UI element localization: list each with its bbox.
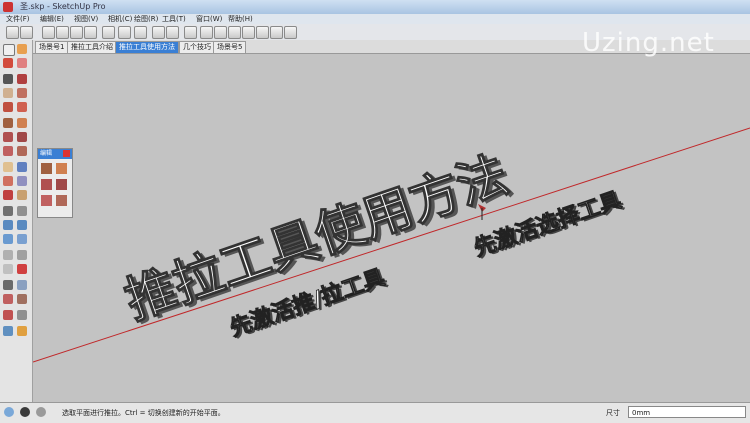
credits-icon[interactable]: [20, 407, 30, 417]
sketchup-logo-icon: [3, 2, 13, 12]
eraser-icon[interactable]: [17, 58, 27, 68]
orbit-icon[interactable]: [3, 206, 13, 216]
protractor-icon[interactable]: [3, 176, 13, 186]
position-camera-icon[interactable]: [3, 250, 13, 260]
status-bar: 选取平面进行推拉。Ctrl = 切换创建新的开始平面。 尺寸 0mm: [0, 402, 750, 423]
smoove-icon[interactable]: [17, 280, 27, 290]
menu-draw[interactable]: 绘图(R): [134, 14, 158, 24]
push-pull-icon[interactable]: [56, 163, 67, 174]
menu-camera[interactable]: 相机(C): [108, 14, 132, 24]
model-info-icon[interactable]: [152, 26, 165, 39]
geo-location-icon[interactable]: [4, 407, 14, 417]
walk-icon[interactable]: [17, 250, 27, 260]
copy-icon[interactable]: [56, 26, 69, 39]
section-plane-icon[interactable]: [17, 264, 27, 274]
sandbox-icon[interactable]: [3, 280, 13, 290]
menu-file[interactable]: 文件(F): [6, 14, 30, 24]
tab-push-pull-intro[interactable]: 推拉工具介绍: [67, 41, 117, 54]
help-icon[interactable]: [36, 407, 46, 417]
rectangle-icon[interactable]: [17, 88, 27, 98]
drape-icon[interactable]: [17, 294, 27, 304]
offset-icon[interactable]: [56, 195, 67, 206]
large-tool-set: [0, 40, 33, 402]
menu-help[interactable]: 帮助(H): [228, 14, 253, 24]
measurements-input[interactable]: 0mm: [628, 406, 746, 418]
erase-icon[interactable]: [84, 26, 97, 39]
view-bottom-icon[interactable]: [284, 26, 297, 39]
redo-icon[interactable]: [118, 26, 131, 39]
view-right-icon[interactable]: [242, 26, 255, 39]
arc-tool-icon[interactable]: [17, 74, 27, 84]
polygon-icon[interactable]: [17, 102, 27, 112]
undo-icon[interactable]: [102, 26, 115, 39]
close-icon[interactable]: [63, 150, 70, 157]
tab-push-pull-usage[interactable]: 推拉工具使用方法: [115, 41, 179, 54]
view-top-icon[interactable]: [214, 26, 227, 39]
scale-icon[interactable]: [3, 146, 13, 156]
circle-icon[interactable]: [3, 102, 13, 112]
share-model-icon[interactable]: [17, 326, 27, 336]
tab-scene-5[interactable]: 场景号5: [213, 41, 247, 54]
make-component-icon[interactable]: [17, 44, 27, 54]
rotate-icon[interactable]: [3, 132, 13, 142]
move-tool-icon[interactable]: [41, 163, 52, 174]
look-around-icon[interactable]: [3, 264, 13, 274]
follow-me-icon[interactable]: [17, 132, 27, 142]
cut-icon[interactable]: [42, 26, 55, 39]
window-title: 圣.skp - SketchUp Pro: [20, 2, 106, 11]
menu-tools[interactable]: 工具(T): [162, 14, 186, 24]
components-icon[interactable]: [184, 26, 197, 39]
status-message: 选取平面进行推拉。Ctrl = 切换创建新的开始平面。: [62, 409, 225, 417]
flip-edge-icon[interactable]: [17, 310, 27, 320]
stamp-icon[interactable]: [3, 294, 13, 304]
title-bar: 圣.skp - SketchUp Pro: [0, 0, 750, 14]
menu-bar: 文件(F) 编辑(E) 视图(V) 相机(C) 绘图(R) 工具(T) 窗口(W…: [0, 14, 750, 24]
freehand-icon[interactable]: [3, 88, 13, 98]
3d-text-icon[interactable]: [17, 190, 27, 200]
print-icon[interactable]: [134, 26, 147, 39]
view-front-icon[interactable]: [228, 26, 241, 39]
push-pull-icon[interactable]: [17, 118, 27, 128]
watermark-logo: Uzing.net: [582, 28, 715, 58]
view-left-icon[interactable]: [270, 26, 283, 39]
get-models-icon[interactable]: [3, 326, 13, 336]
zoom-icon[interactable]: [3, 220, 13, 230]
zoom-extents-icon[interactable]: [3, 234, 13, 244]
measurements-label: 尺寸: [606, 409, 620, 417]
paste-icon[interactable]: [70, 26, 83, 39]
select-tool-icon[interactable]: [3, 44, 15, 56]
scale-icon[interactable]: [41, 195, 52, 206]
previous-view-icon[interactable]: [17, 234, 27, 244]
layers-icon[interactable]: [166, 26, 179, 39]
model-viewport[interactable]: 推拉工具使用方法 推拉工具使用方法 先激活推/拉工具 先激活推/拉工具 先激活选…: [33, 54, 750, 402]
move-tool-icon[interactable]: [3, 118, 13, 128]
view-iso-icon[interactable]: [200, 26, 213, 39]
follow-me-icon[interactable]: [56, 179, 67, 190]
tape-measure-icon[interactable]: [3, 162, 13, 172]
menu-window[interactable]: 窗口(W): [196, 14, 222, 24]
line-tool-icon[interactable]: [3, 74, 13, 84]
menu-edit[interactable]: 编辑(E): [40, 14, 64, 24]
menu-view[interactable]: 视图(V): [74, 14, 98, 24]
viewport-canvas: 推拉工具使用方法 推拉工具使用方法 先激活推/拉工具 先激活推/拉工具 先激活选…: [33, 127, 750, 363]
new-file-icon[interactable]: [6, 26, 19, 39]
edit-tools-panel: 编辑: [37, 148, 73, 218]
pan-icon[interactable]: [17, 206, 27, 216]
tab-tips[interactable]: 几个技巧: [179, 41, 215, 54]
view-back-icon[interactable]: [256, 26, 269, 39]
add-detail-icon[interactable]: [3, 310, 13, 320]
open-file-icon[interactable]: [20, 26, 33, 39]
paint-bucket-icon[interactable]: [3, 58, 13, 68]
zoom-window-icon[interactable]: [17, 220, 27, 230]
rotate-icon[interactable]: [41, 179, 52, 190]
offset-icon[interactable]: [17, 146, 27, 156]
tab-scene-1[interactable]: 场景号1: [35, 41, 69, 54]
axes-tool-icon[interactable]: [3, 190, 13, 200]
text-tool-icon[interactable]: [17, 176, 27, 186]
dimension-icon[interactable]: [17, 162, 27, 172]
